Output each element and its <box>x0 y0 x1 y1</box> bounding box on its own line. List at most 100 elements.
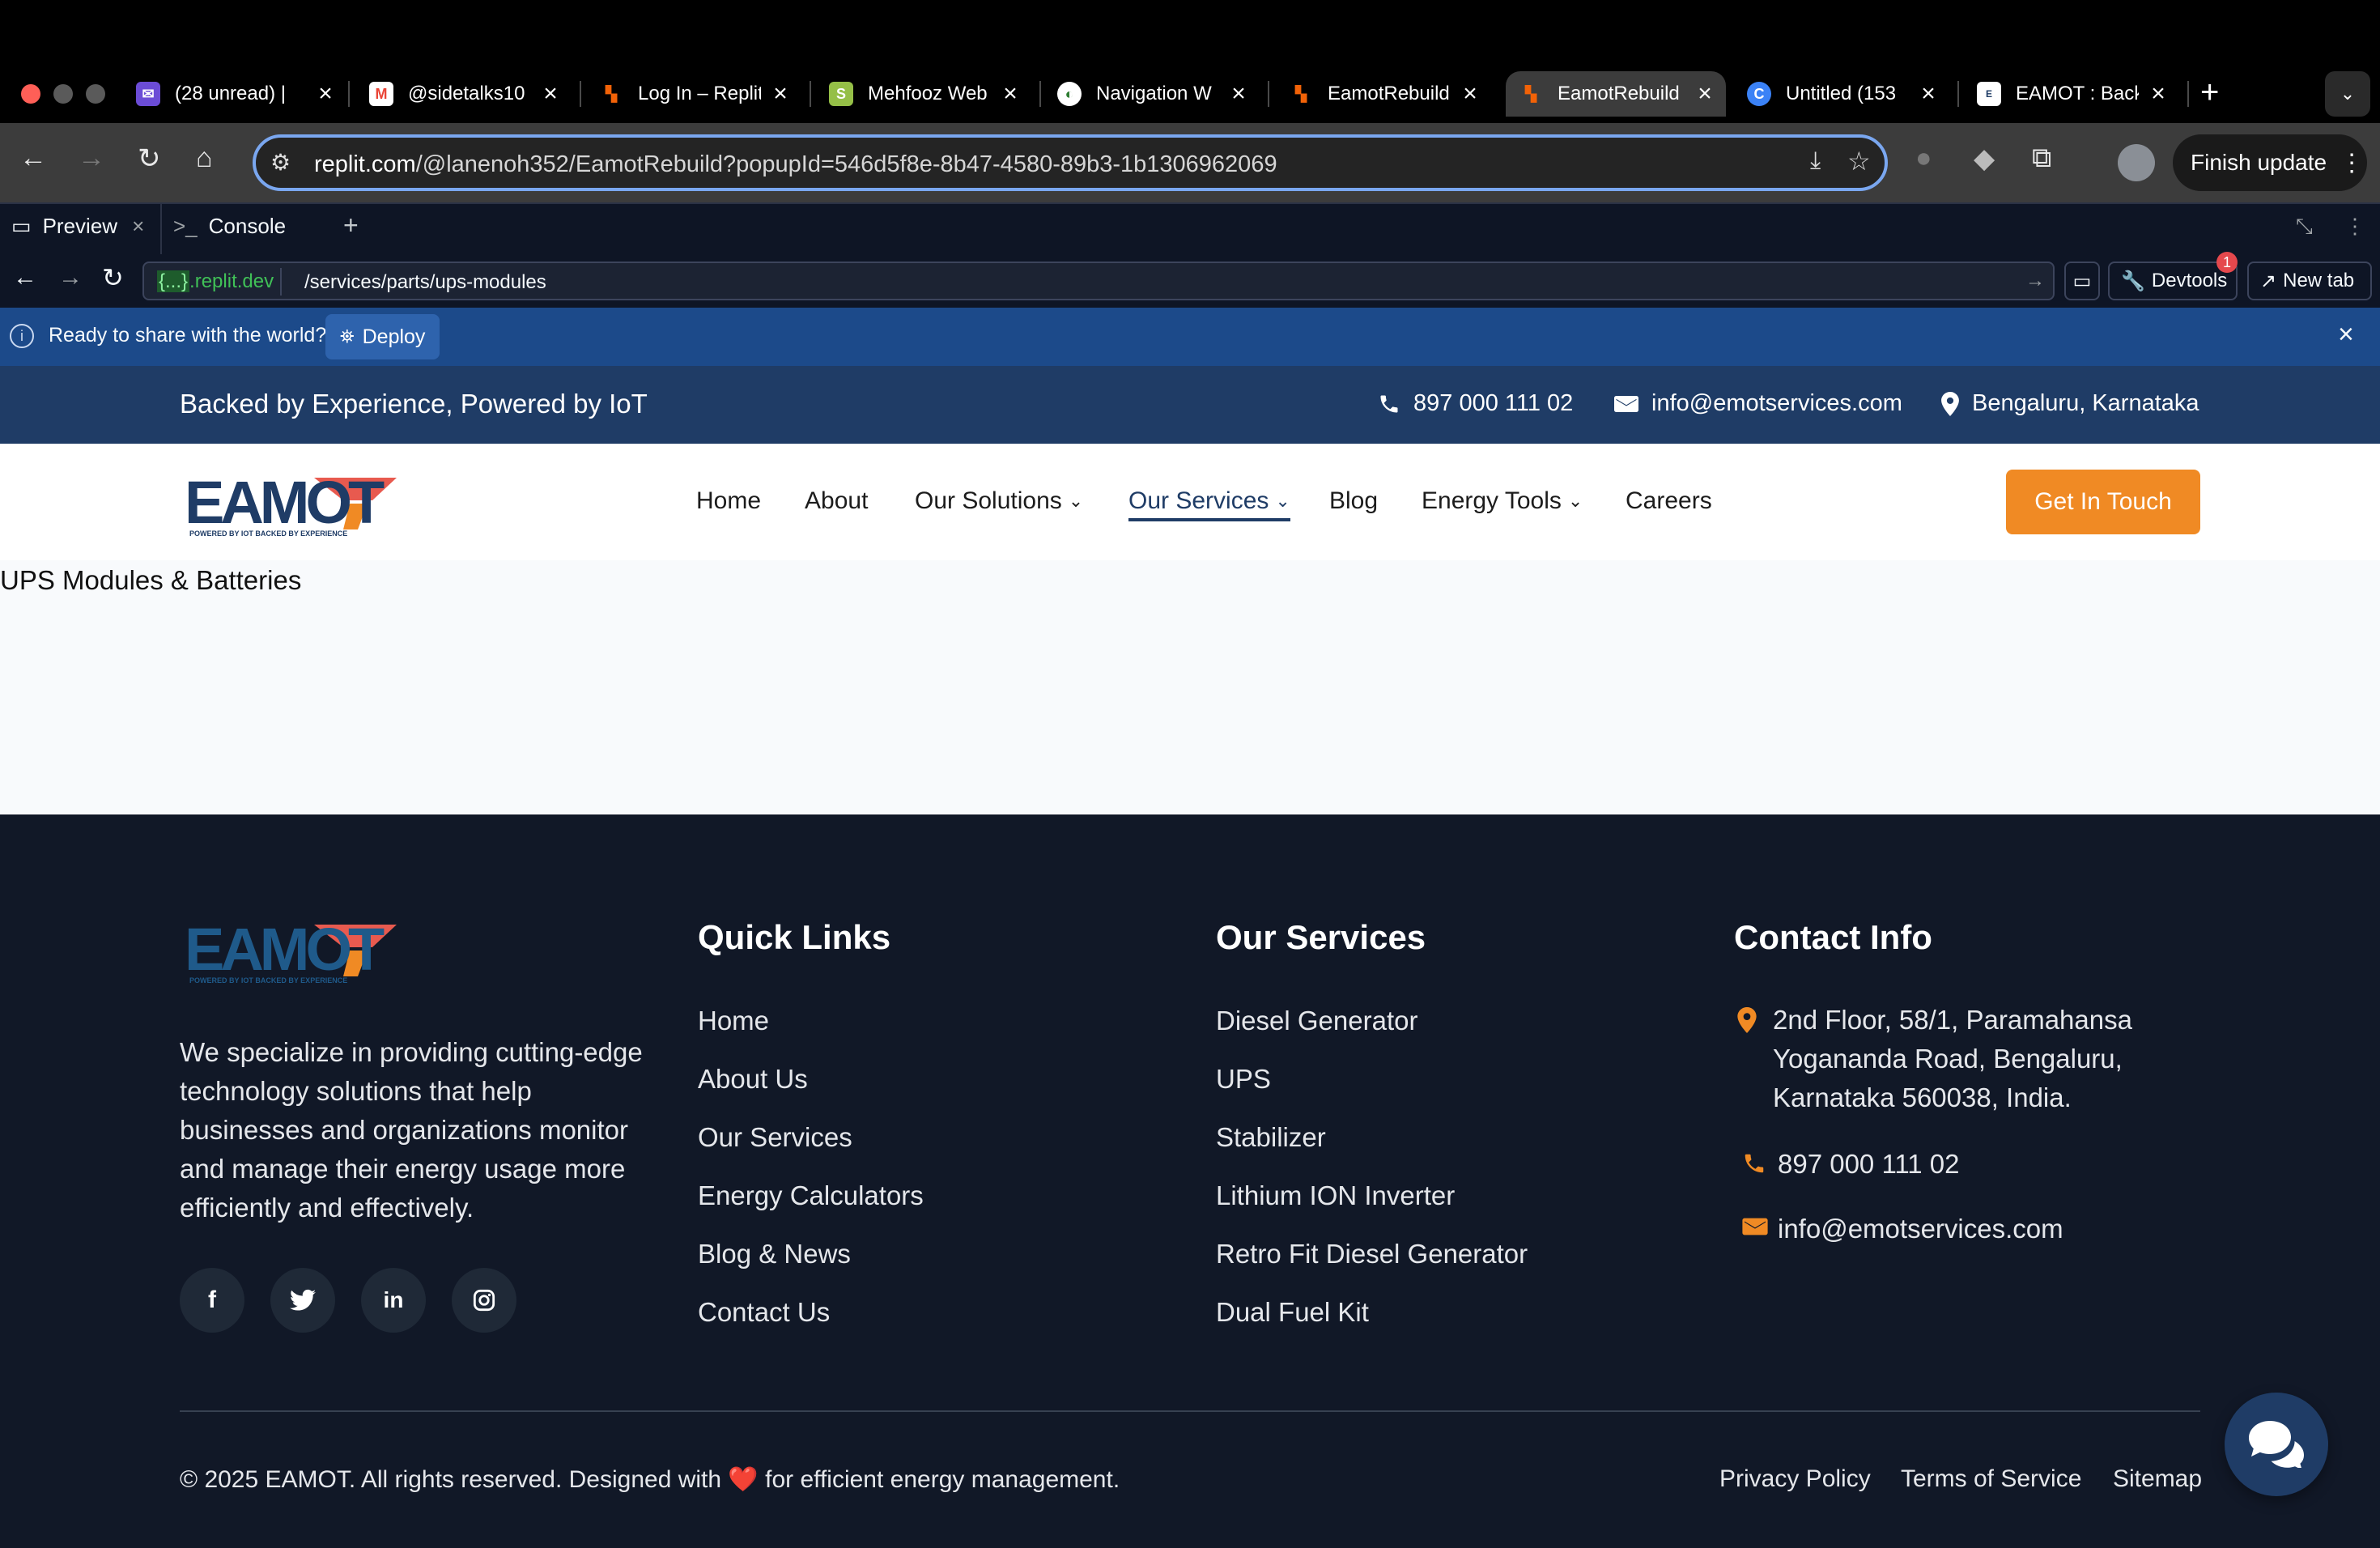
topbar-email[interactable]: info@emotservices.com <box>1614 390 1902 417</box>
chevron-down-icon: ⌄ <box>1068 491 1084 511</box>
footer-phone[interactable]: 897 000 111 02 <box>1745 1145 1960 1184</box>
footer-service-link[interactable]: Lithium ION Inverter <box>1216 1180 1455 1211</box>
copyright: © 2025 EAMOT. All rights reserved. Desig… <box>180 1466 1120 1493</box>
minimize-window-button[interactable] <box>53 84 73 104</box>
footer-service-link[interactable]: UPS <box>1216 1064 1271 1095</box>
chat-bubbles-icon <box>2249 1421 2304 1468</box>
install-app-icon[interactable]: ⤓ <box>1810 147 1821 175</box>
back-icon[interactable]: ← <box>19 142 47 174</box>
twitter-icon[interactable] <box>270 1268 335 1333</box>
footer-link-calculators[interactable]: Energy Calculators <box>698 1180 924 1211</box>
close-banner-icon[interactable]: × <box>2338 319 2354 351</box>
footer-link-blog[interactable]: Blog & News <box>698 1239 851 1269</box>
browser-tab[interactable]: S Mehfooz Web × <box>829 71 1023 117</box>
browser-tab[interactable]: ✉ (28 unread) | × <box>136 71 338 117</box>
site-settings-icon[interactable]: ⚙ <box>270 149 291 176</box>
globe-icon: ◐ <box>1057 82 1082 106</box>
topbar-location[interactable]: Bengaluru, Karnataka <box>1941 390 2199 417</box>
browser-tab-active[interactable]: ▚ EamotRebuild × <box>1506 71 1726 117</box>
close-tab-icon[interactable]: × <box>767 80 793 108</box>
close-tab-icon[interactable]: × <box>1457 80 1483 108</box>
footer-logo[interactable]: EAMOT POWERED BY IOT BACKED BY EXPERIENC… <box>185 916 397 994</box>
browser-tab[interactable]: ▚ Log In – Replit × <box>599 71 793 117</box>
more-options-icon[interactable]: ⋮ <box>2344 214 2365 239</box>
add-tab-button[interactable]: + <box>343 211 359 240</box>
finish-update-button[interactable]: Finish update ⋮ <box>2173 134 2367 191</box>
new-tab-button[interactable]: + <box>2200 74 2219 111</box>
tab-search-button[interactable]: ⌄ <box>2325 71 2370 117</box>
browser-tab[interactable]: E EAMOT : Back × <box>1977 71 2171 117</box>
close-tab-icon[interactable]: × <box>2145 80 2171 108</box>
browser-tab[interactable]: C Untitled (153 × <box>1747 71 1941 117</box>
tab-preview[interactable]: ▭ Preview × <box>11 214 159 239</box>
chat-widget-button[interactable] <box>2225 1393 2328 1496</box>
page-title: UPS Modules & Batteries <box>0 565 302 595</box>
deploy-button[interactable]: ⛯ Deploy <box>325 314 440 359</box>
browser-tab[interactable]: ◐ Navigation W × <box>1057 71 1252 117</box>
nav-our-solutions[interactable]: Our Solutions ⌄ <box>915 487 1083 515</box>
nav-home[interactable]: Home <box>696 487 761 515</box>
preview-url-input[interactable]: {...}.replit.dev /services/parts/ups-mod… <box>142 262 2055 300</box>
url-host: replit.com <box>314 151 416 177</box>
close-tab-icon[interactable]: × <box>312 80 338 108</box>
bookmark-star-icon[interactable]: ☆ <box>1847 146 1871 176</box>
device-toggle-button[interactable]: ▭ <box>2064 262 2100 300</box>
privacy-policy-link[interactable]: Privacy Policy <box>1719 1465 1871 1493</box>
browser-tab[interactable]: M @sidetalks10 × <box>369 71 563 117</box>
back-icon[interactable]: ← <box>13 264 37 291</box>
footer-link-about[interactable]: About Us <box>698 1064 808 1095</box>
devtools-button[interactable]: 🔧 Devtools 1 <box>2108 252 2238 300</box>
go-arrow-icon[interactable]: → <box>2025 270 2045 292</box>
nav-careers[interactable]: Careers <box>1626 487 1712 515</box>
home-icon[interactable]: ⌂ <box>196 142 213 174</box>
page-content: UPS Modules & Batteries <box>0 560 2380 814</box>
facebook-icon[interactable]: f <box>180 1268 244 1333</box>
terms-of-service-link[interactable]: Terms of Service <box>1901 1465 2081 1493</box>
deploy-banner: i Ready to share with the world? ⛯ Deplo… <box>0 308 2380 366</box>
open-new-tab-button[interactable]: ↗ New tab <box>2247 262 2372 300</box>
tagline: Backed by Experience, Powered by IoT <box>180 389 648 419</box>
footer-service-link[interactable]: Retro Fit Diesel Generator <box>1216 1239 1528 1269</box>
nav-energy-tools[interactable]: Energy Tools ⌄ <box>1422 487 1583 515</box>
nav-blog[interactable]: Blog <box>1329 487 1378 515</box>
extension-icon[interactable]: ◆ <box>1974 142 1995 175</box>
close-tab-icon[interactable]: × <box>132 214 144 239</box>
browser-tab[interactable]: ▚ EamotRebuild × <box>1289 71 1483 117</box>
footer-email[interactable]: info@emotservices.com <box>1742 1210 2063 1248</box>
nav-our-services[interactable]: Our Services ⌄ <box>1128 487 1290 521</box>
footer-link-home[interactable]: Home <box>698 1006 769 1036</box>
forward-icon[interactable]: → <box>58 264 83 291</box>
reload-icon[interactable]: ↻ <box>102 262 124 293</box>
svg-text:EAMOT: EAMOT <box>185 469 385 536</box>
footer-service-link[interactable]: Diesel Generator <box>1216 1006 1417 1036</box>
linkedin-icon[interactable]: in <box>361 1268 426 1333</box>
footer-link-services[interactable]: Our Services <box>698 1122 852 1153</box>
chevron-down-icon: ⌄ <box>1567 491 1583 511</box>
get-in-touch-button[interactable]: Get In Touch <box>2006 470 2200 534</box>
footer-service-link[interactable]: Stabilizer <box>1216 1122 1326 1153</box>
sitemap-link[interactable]: Sitemap <box>2113 1465 2202 1493</box>
heart-icon: ❤️ <box>728 1466 759 1493</box>
forward-icon[interactable]: → <box>78 142 105 174</box>
collapse-icon[interactable]: ⤡ <box>2296 214 2313 240</box>
nav-about[interactable]: About <box>805 487 868 515</box>
close-tab-icon[interactable]: × <box>997 80 1023 108</box>
eamot-logo[interactable]: EAMOT POWERED BY IOT BACKED BY EXPERIENC… <box>185 466 397 539</box>
topbar-phone[interactable]: 897 000 111 02 <box>1378 390 1573 417</box>
close-tab-icon[interactable]: × <box>1226 80 1252 108</box>
profile-avatar[interactable] <box>2118 144 2155 181</box>
instagram-icon[interactable] <box>452 1268 516 1333</box>
close-tab-icon[interactable]: × <box>1915 80 1941 108</box>
close-window-button[interactable] <box>21 84 40 104</box>
close-tab-icon[interactable]: × <box>538 80 563 108</box>
address-bar[interactable]: ⚙ replit.com/@lanenoh352/EamotRebuild?po… <box>253 134 1888 191</box>
footer-link-contact[interactable]: Contact Us <box>698 1297 830 1328</box>
reload-icon[interactable]: ↻ <box>138 142 161 175</box>
footer-service-link[interactable]: Dual Fuel Kit <box>1216 1297 1369 1328</box>
zoom-window-button[interactable] <box>86 84 105 104</box>
gmail-icon: M <box>369 82 393 106</box>
extensions-puzzle-icon[interactable]: ⧉ <box>2032 142 2051 174</box>
extension-icon[interactable]: ● <box>1915 142 1932 174</box>
close-tab-icon[interactable]: × <box>1692 80 1718 108</box>
tab-console[interactable]: >_ Console <box>173 214 286 239</box>
